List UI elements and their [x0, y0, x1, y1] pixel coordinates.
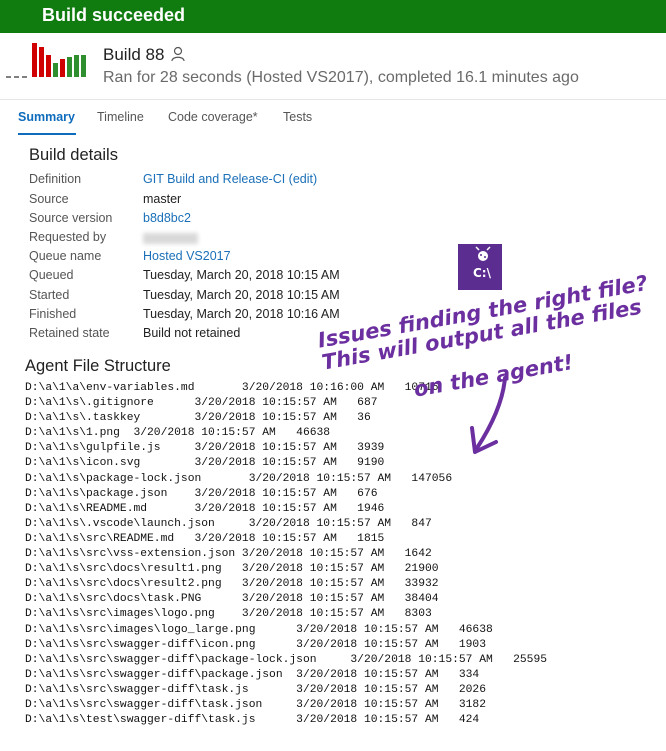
history-bar-failed — [32, 43, 37, 77]
active-tab-indicator — [18, 133, 76, 135]
detail-row-requested-by: Requested by — [0, 230, 666, 249]
bar-chart-icon[interactable] — [0, 33, 100, 99]
history-bar-failed — [39, 47, 44, 77]
tab-code-coverage[interactable]: Code coverage* — [168, 110, 258, 124]
detail-row-definition: Definition GIT Build and Release-CI (edi… — [0, 172, 666, 191]
queue-name-link[interactable]: Hosted VS2017 — [143, 249, 231, 263]
build-header: Build 88 Ran for 28 seconds (Hosted VS20… — [0, 33, 666, 99]
build-subtitle: Ran for 28 seconds (Hosted VS2017), comp… — [103, 69, 579, 86]
detail-label: Definition — [29, 172, 82, 186]
finished-value: Tuesday, March 20, 2018 10:16 AM — [143, 307, 340, 321]
source-version-link[interactable]: b8d8bc2 — [143, 211, 191, 225]
retained-state-value: Build not retained — [143, 326, 241, 340]
tab-bar: Summary Timeline Code coverage* Tests — [0, 100, 666, 138]
logo-label: C:\ — [473, 266, 491, 280]
redacted-requester — [143, 233, 198, 244]
source-value: master — [143, 192, 182, 206]
detail-label: Started — [29, 288, 70, 302]
build-title: Build 88 — [103, 45, 165, 64]
detail-label: Queued — [29, 268, 74, 282]
build-details-title: Build details — [29, 146, 118, 164]
history-bar-success — [74, 55, 79, 77]
build-status-banner: Build succeeded — [0, 0, 666, 33]
detail-label: Source — [29, 192, 69, 206]
history-bar-success — [53, 63, 58, 77]
definition-link[interactable]: GIT Build and Release-CI (edit) — [143, 172, 317, 186]
bug-logo-icon: C:\ — [458, 244, 502, 290]
history-bar-failed — [60, 59, 65, 77]
started-value: Tuesday, March 20, 2018 10:15 AM — [143, 288, 340, 302]
build-status-text: Build succeeded — [42, 5, 186, 25]
detail-label: Finished — [29, 307, 77, 321]
tab-summary[interactable]: Summary — [18, 110, 75, 124]
detail-label: Requested by — [29, 230, 107, 244]
tab-tests[interactable]: Tests — [283, 110, 312, 124]
tab-timeline[interactable]: Timeline — [97, 110, 144, 124]
history-bar-success — [67, 57, 72, 77]
person-icon — [171, 46, 185, 62]
detail-row-source: Source master — [0, 192, 666, 211]
detail-row-queue-name: Queue name Hosted VS2017 — [0, 249, 666, 268]
history-bar-failed — [46, 55, 51, 77]
queued-value: Tuesday, March 20, 2018 10:15 AM — [143, 268, 340, 282]
detail-row-source-version: Source version b8d8bc2 — [0, 211, 666, 230]
detail-label: Queue name — [29, 249, 102, 263]
detail-label: Retained state — [29, 326, 110, 340]
agent-files-title: Agent File Structure — [25, 357, 171, 375]
history-bar-success — [81, 55, 86, 77]
hand-drawn-arrow-icon — [470, 376, 507, 454]
detail-label: Source version — [29, 211, 113, 225]
